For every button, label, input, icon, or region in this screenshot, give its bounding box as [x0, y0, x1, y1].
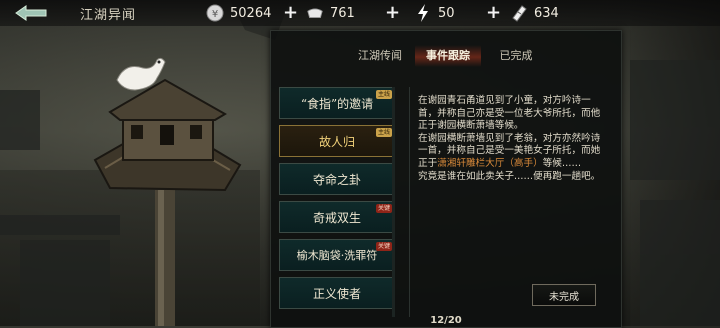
event-label: 奇戒双生 — [312, 210, 361, 225]
svg-text:¥: ¥ — [212, 9, 218, 20]
tab-bar: 江湖传闻 事件跟踪 已完成 — [271, 45, 621, 69]
event-item[interactable]: 夺命之卦 — [279, 163, 395, 195]
event-tag: 关键 — [375, 242, 392, 251]
add-silver-button[interactable]: + — [283, 3, 298, 23]
event-tag: 关键 — [375, 204, 392, 213]
add-energy-button[interactable]: + — [486, 3, 501, 23]
energy-resource: 50 — [414, 3, 455, 23]
event-list: “食指”的邀请 主线 故人归 主线 夺命之卦 奇戒双生 关键 榆木脑袋·洗罪符 … — [279, 87, 399, 317]
silver-resource: ¥ 50264 — [206, 3, 271, 23]
event-description-box: 在谢园青石甬道见到了小童，对方吟诗一首，并称自己亦是受一位老大爷所托，而他正于谢… — [409, 87, 614, 317]
event-tag: 主线 — [375, 128, 392, 137]
ticket-value: 634 — [534, 5, 559, 21]
ingot-icon — [306, 4, 324, 22]
event-panel: 江湖传闻 事件跟踪 已完成 “食指”的邀请 主线 故人归 主线 夺命之卦 奇戒双… — [270, 30, 622, 328]
dovecote-illustration — [93, 57, 242, 326]
tab-tracking[interactable]: 事件跟踪 — [415, 45, 481, 67]
event-description: 在谢园青石甬道见到了小童，对方吟诗一首，并称自己亦是受一位老大爷所托，而他正于谢… — [418, 95, 604, 183]
event-label: 正义使者 — [312, 286, 361, 301]
event-label: 榆木脑袋·洗罪符 — [296, 249, 378, 262]
silver-coin-icon: ¥ — [206, 4, 224, 22]
ingot-resource: 761 — [306, 3, 355, 23]
event-item[interactable]: “食指”的邀请 主线 — [279, 87, 395, 119]
silver-value: 50264 — [230, 5, 272, 21]
page-indicator: 12/20 — [430, 315, 462, 326]
description-paragraph: 在谢园横断萧墙见到了老翁，对方亦然吟诗一首，并称自己是受一美艳女子所托，而她正于… — [418, 132, 601, 169]
lightning-icon — [414, 4, 432, 22]
location-highlight: 潇湘轩雕栏大厅（高手） — [437, 157, 543, 169]
back-arrow-icon — [15, 5, 47, 21]
event-label: “食指”的邀请 — [300, 96, 374, 111]
page-title: 江湖异闻 — [80, 8, 137, 23]
energy-value: 50 — [438, 5, 455, 21]
status-button[interactable]: 未完成 — [532, 284, 596, 306]
event-item[interactable]: 正义使者 — [279, 277, 395, 309]
description-paragraph: 究竟是谁在如此卖关子……便再跑一趟吧。 — [418, 170, 601, 182]
ingot-value: 761 — [330, 5, 355, 21]
event-label: 故人归 — [318, 134, 355, 149]
event-tag: 主线 — [375, 90, 392, 99]
event-item[interactable]: 榆木脑袋·洗罪符 关键 — [279, 239, 395, 271]
back-button[interactable] — [12, 4, 52, 22]
event-item-selected[interactable]: 故人归 主线 — [279, 125, 395, 157]
ticket-resource: 634 — [510, 3, 559, 23]
ticket-icon — [510, 4, 528, 22]
tab-rumors[interactable]: 江湖传闻 — [349, 45, 411, 67]
description-paragraph: 在谢园青石甬道见到了小童，对方吟诗一首，并称自己亦是受一位老大爷所托，而他正于谢… — [418, 95, 601, 132]
event-item[interactable]: 奇戒双生 关键 — [279, 201, 395, 233]
add-ingot-button[interactable]: + — [385, 3, 400, 23]
list-scrollbar[interactable] — [392, 87, 395, 317]
event-label: 夺命之卦 — [312, 172, 361, 187]
top-bar: 江湖异闻 ¥ 50264 + 761 + 50 + 634 — [0, 0, 720, 26]
tab-completed[interactable]: 已完成 — [485, 45, 547, 67]
